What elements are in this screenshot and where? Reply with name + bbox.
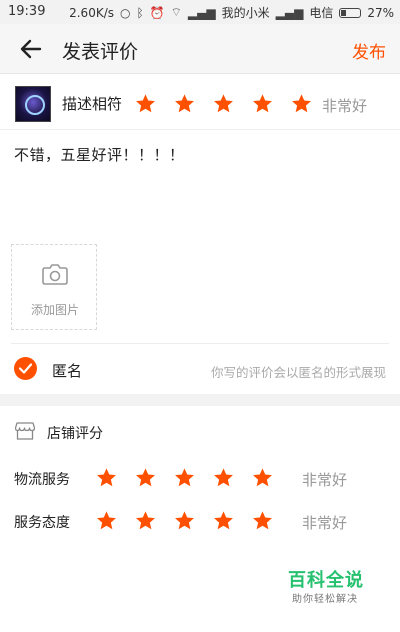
star-icon[interactable] <box>135 93 156 114</box>
description-label: 描述相符 <box>62 95 123 113</box>
signal-icon-2: ▂▄▆ <box>275 5 304 20</box>
star-icon[interactable] <box>213 467 234 488</box>
status-right: 2.60K/s ○ ᛒ ⏰ ⌔ ▂▄▆ 我的小米 ▂▄▆ 电信 27% <box>69 4 394 21</box>
carrier-1: 我的小米 <box>221 6 270 20</box>
network-speed: 2.60K/s <box>69 5 114 20</box>
battery-level: 27% <box>367 5 394 20</box>
review-textarea[interactable]: 不错，五星好评！！！！ <box>14 144 185 165</box>
product-thumbnail <box>15 86 51 122</box>
product-rating-row: 描述相符 非常好 <box>0 78 400 130</box>
shop-rating-header: 店铺评分 <box>0 406 400 456</box>
watermark-logo: 百科全说 <box>288 570 364 591</box>
battery-icon <box>339 7 362 18</box>
check-icon <box>19 363 32 374</box>
anonymous-checkbox[interactable] <box>14 357 37 380</box>
carrier-2: 电信 <box>309 6 334 20</box>
add-photo-button[interactable]: 添加图片 <box>11 244 97 330</box>
logistics-rating-text: 非常好 <box>302 471 348 489</box>
service-attitude-stars <box>96 510 273 531</box>
star-icon[interactable] <box>174 510 195 531</box>
signal-icon: ▂▄▆ <box>187 5 216 20</box>
star-icon[interactable] <box>174 93 195 114</box>
wifi-icon: ⌔ <box>170 5 182 19</box>
star-icon[interactable] <box>213 93 234 114</box>
service-attitude-rating-text: 非常好 <box>302 514 348 532</box>
add-photo-label: 添加图片 <box>30 303 79 317</box>
star-icon[interactable] <box>174 467 195 488</box>
bluetooth-icon: ᛒ <box>136 5 144 20</box>
status-bar: 19:39 2.60K/s ○ ᛒ ⏰ ⌔ ▂▄▆ 我的小米 ▂▄▆ 电信 27… <box>0 0 400 24</box>
star-icon[interactable] <box>96 467 117 488</box>
publish-button[interactable]: 发布 <box>352 38 386 63</box>
service-attitude-label: 服务态度 <box>14 515 70 531</box>
divider <box>11 343 389 344</box>
status-time: 19:39 <box>8 4 46 19</box>
page-title: 发表评价 <box>62 41 139 63</box>
alarm-icon: ⏰ <box>149 5 165 20</box>
section-gap <box>0 394 400 406</box>
anonymous-note: 你写的评价会以匿名的形式展现 <box>210 365 386 380</box>
back-arrow-icon[interactable] <box>16 34 46 64</box>
watermark-slogan: 助你轻松解决 <box>292 594 358 605</box>
star-icon[interactable] <box>213 510 234 531</box>
camera-icon <box>42 263 68 285</box>
description-stars <box>135 93 312 114</box>
logistics-stars <box>96 467 273 488</box>
star-icon[interactable] <box>252 93 273 114</box>
anonymous-label: 匿名 <box>52 362 83 380</box>
star-icon[interactable] <box>96 510 117 531</box>
star-icon[interactable] <box>135 467 156 488</box>
logistics-label: 物流服务 <box>14 472 70 488</box>
star-icon[interactable] <box>252 467 273 488</box>
app-header: 发表评价 发布 <box>0 24 400 74</box>
shop-rating-title: 店铺评分 <box>47 426 103 442</box>
star-icon[interactable] <box>291 93 312 114</box>
star-icon[interactable] <box>135 510 156 531</box>
description-rating-text: 非常好 <box>322 97 368 115</box>
star-icon[interactable] <box>252 510 273 531</box>
shop-icon <box>14 422 36 440</box>
sync-icon: ○ <box>120 5 131 20</box>
